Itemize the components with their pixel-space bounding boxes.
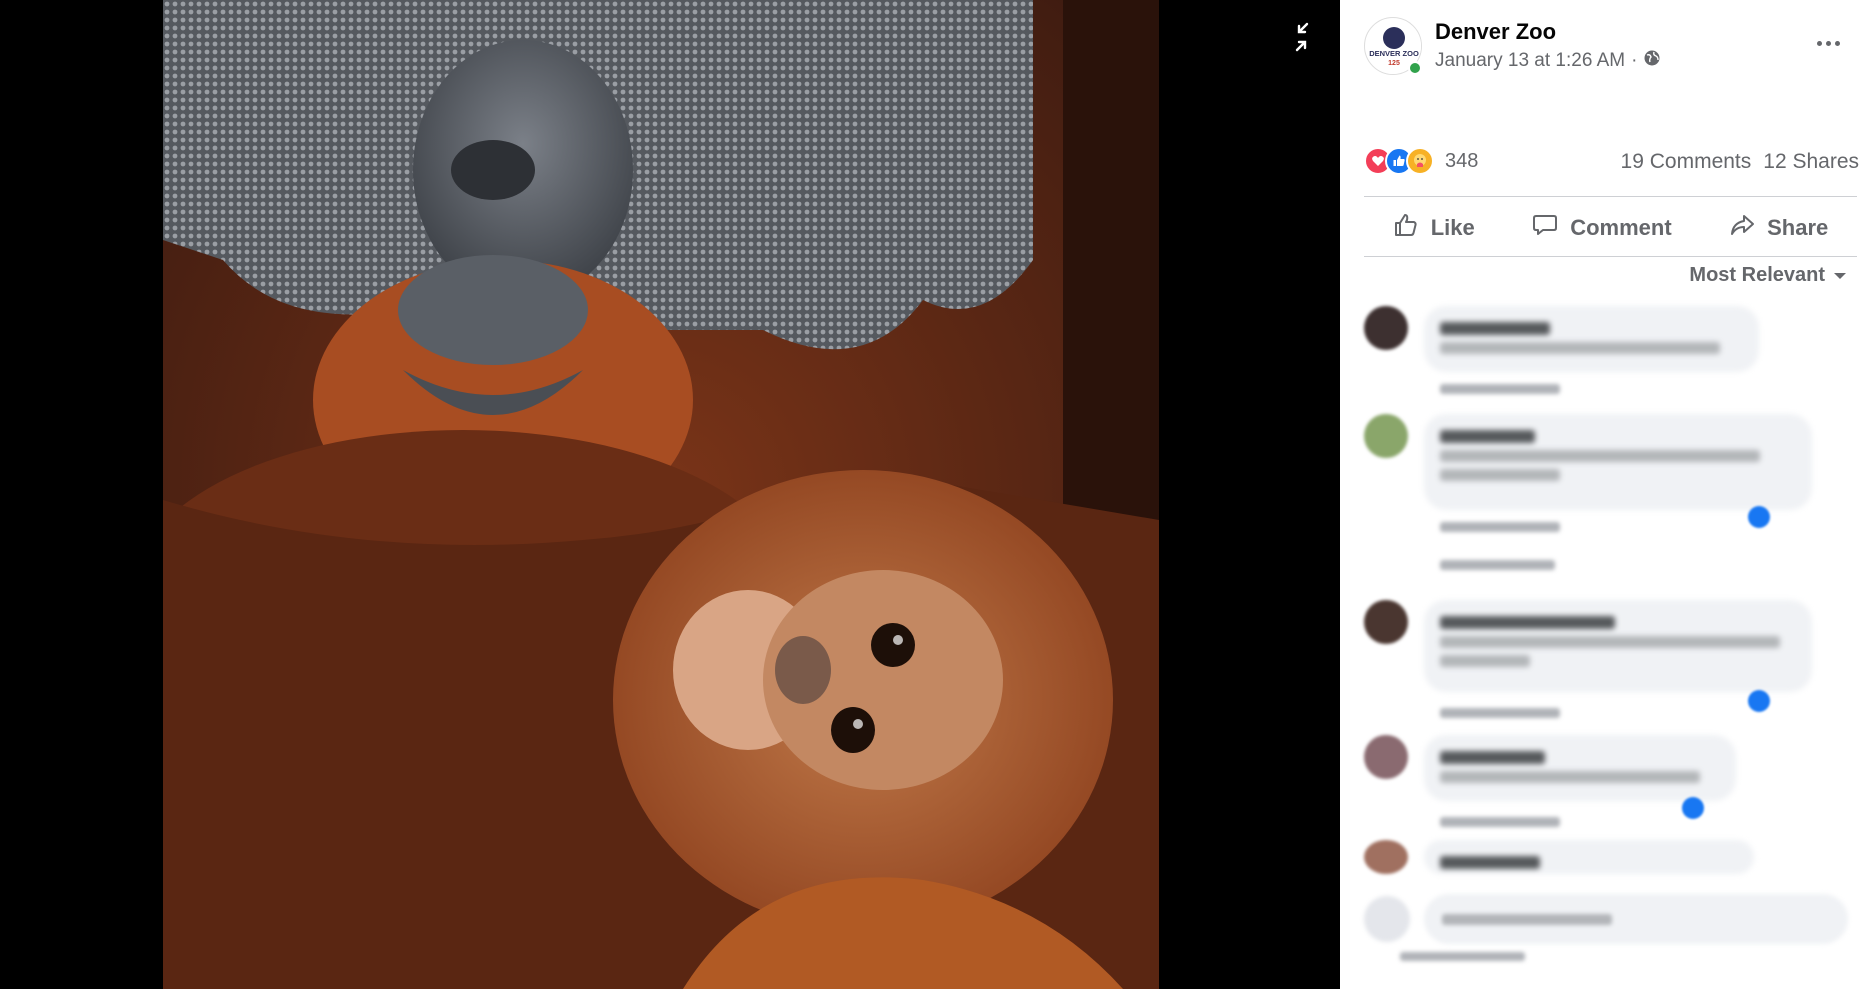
comment-label: Comment — [1570, 215, 1672, 240]
comment-bubble — [1424, 414, 1812, 510]
comment-button[interactable]: Comment — [1532, 212, 1672, 244]
post-meta: January 13 at 1:26 AM · — [1435, 49, 1661, 73]
comment-item — [1364, 306, 1857, 406]
comment-bubble — [1424, 735, 1736, 801]
action-bar: Like Comment Share — [1364, 199, 1857, 257]
more-options-button[interactable] — [1810, 28, 1846, 58]
commenter-avatar[interactable] — [1364, 600, 1408, 644]
comment-actions[interactable] — [1440, 817, 1560, 827]
comment-actions[interactable] — [1440, 384, 1560, 394]
page-name-link[interactable]: Denver Zoo — [1435, 19, 1556, 45]
commenter-avatar[interactable] — [1364, 840, 1408, 874]
like-button[interactable]: Like — [1393, 212, 1475, 244]
post-photo[interactable] — [163, 0, 1159, 989]
comment-actions[interactable] — [1440, 708, 1560, 718]
active-status-dot — [1408, 61, 1422, 75]
caret-down-icon — [1833, 264, 1847, 287]
comments-count-link[interactable]: 19 Comments — [1621, 150, 1752, 174]
commenter-avatar[interactable] — [1364, 735, 1408, 779]
sort-label: Most Relevant — [1689, 264, 1825, 286]
care-icon — [1406, 147, 1434, 175]
reaction-count[interactable]: 348 — [1445, 150, 1478, 173]
divider-top — [1364, 196, 1857, 197]
user-avatar — [1364, 896, 1410, 942]
comment-reaction-icon[interactable] — [1682, 797, 1704, 819]
post-timestamp[interactable]: January 13 at 1:26 AM — [1435, 50, 1625, 72]
comment-composer — [1364, 890, 1857, 950]
comment-actions[interactable] — [1440, 522, 1560, 532]
composer-hint — [1400, 952, 1525, 961]
comment-item — [1364, 735, 1857, 835]
comment-item — [1364, 414, 1857, 574]
photo-viewer — [0, 0, 1340, 989]
reactions-summary[interactable]: 348 — [1364, 147, 1478, 175]
exit-fullscreen-icon[interactable] — [1285, 20, 1319, 54]
comment-reaction-icon[interactable] — [1748, 506, 1770, 528]
share-arrow-icon — [1729, 212, 1755, 244]
comment-item — [1364, 600, 1857, 720]
meta-separator: · — [1631, 50, 1638, 71]
comment-sort-dropdown[interactable]: Most Relevant — [1689, 264, 1847, 287]
comment-bubble — [1424, 600, 1812, 692]
thumbs-up-icon — [1393, 212, 1419, 244]
composer-placeholder — [1442, 914, 1612, 925]
globe-icon[interactable] — [1643, 49, 1661, 73]
comment-bubble — [1424, 840, 1754, 874]
comment-bubble-icon — [1532, 212, 1558, 244]
avatar-logo-number: 125 — [1388, 60, 1400, 67]
like-label: Like — [1430, 215, 1475, 240]
share-button[interactable]: Share — [1729, 212, 1828, 244]
engagement-counts: 19 Comments 12 Shares — [1621, 150, 1859, 174]
shares-count-link[interactable]: 12 Shares — [1763, 150, 1859, 174]
commenter-avatar[interactable] — [1364, 414, 1408, 458]
divider-bottom — [1364, 256, 1857, 257]
comment-reaction-icon[interactable] — [1748, 690, 1770, 712]
commenter-avatar[interactable] — [1364, 306, 1408, 350]
orangutan-image — [163, 0, 1159, 989]
post-side-panel: DENVER ZOO 125 Denver Zoo January 13 at … — [1340, 0, 1863, 989]
avatar-logo-text: DENVER ZOO — [1369, 49, 1419, 58]
comment-item — [1364, 840, 1857, 880]
share-label: Share — [1767, 215, 1829, 240]
view-replies-link[interactable] — [1440, 560, 1555, 570]
comment-bubble — [1424, 306, 1759, 372]
